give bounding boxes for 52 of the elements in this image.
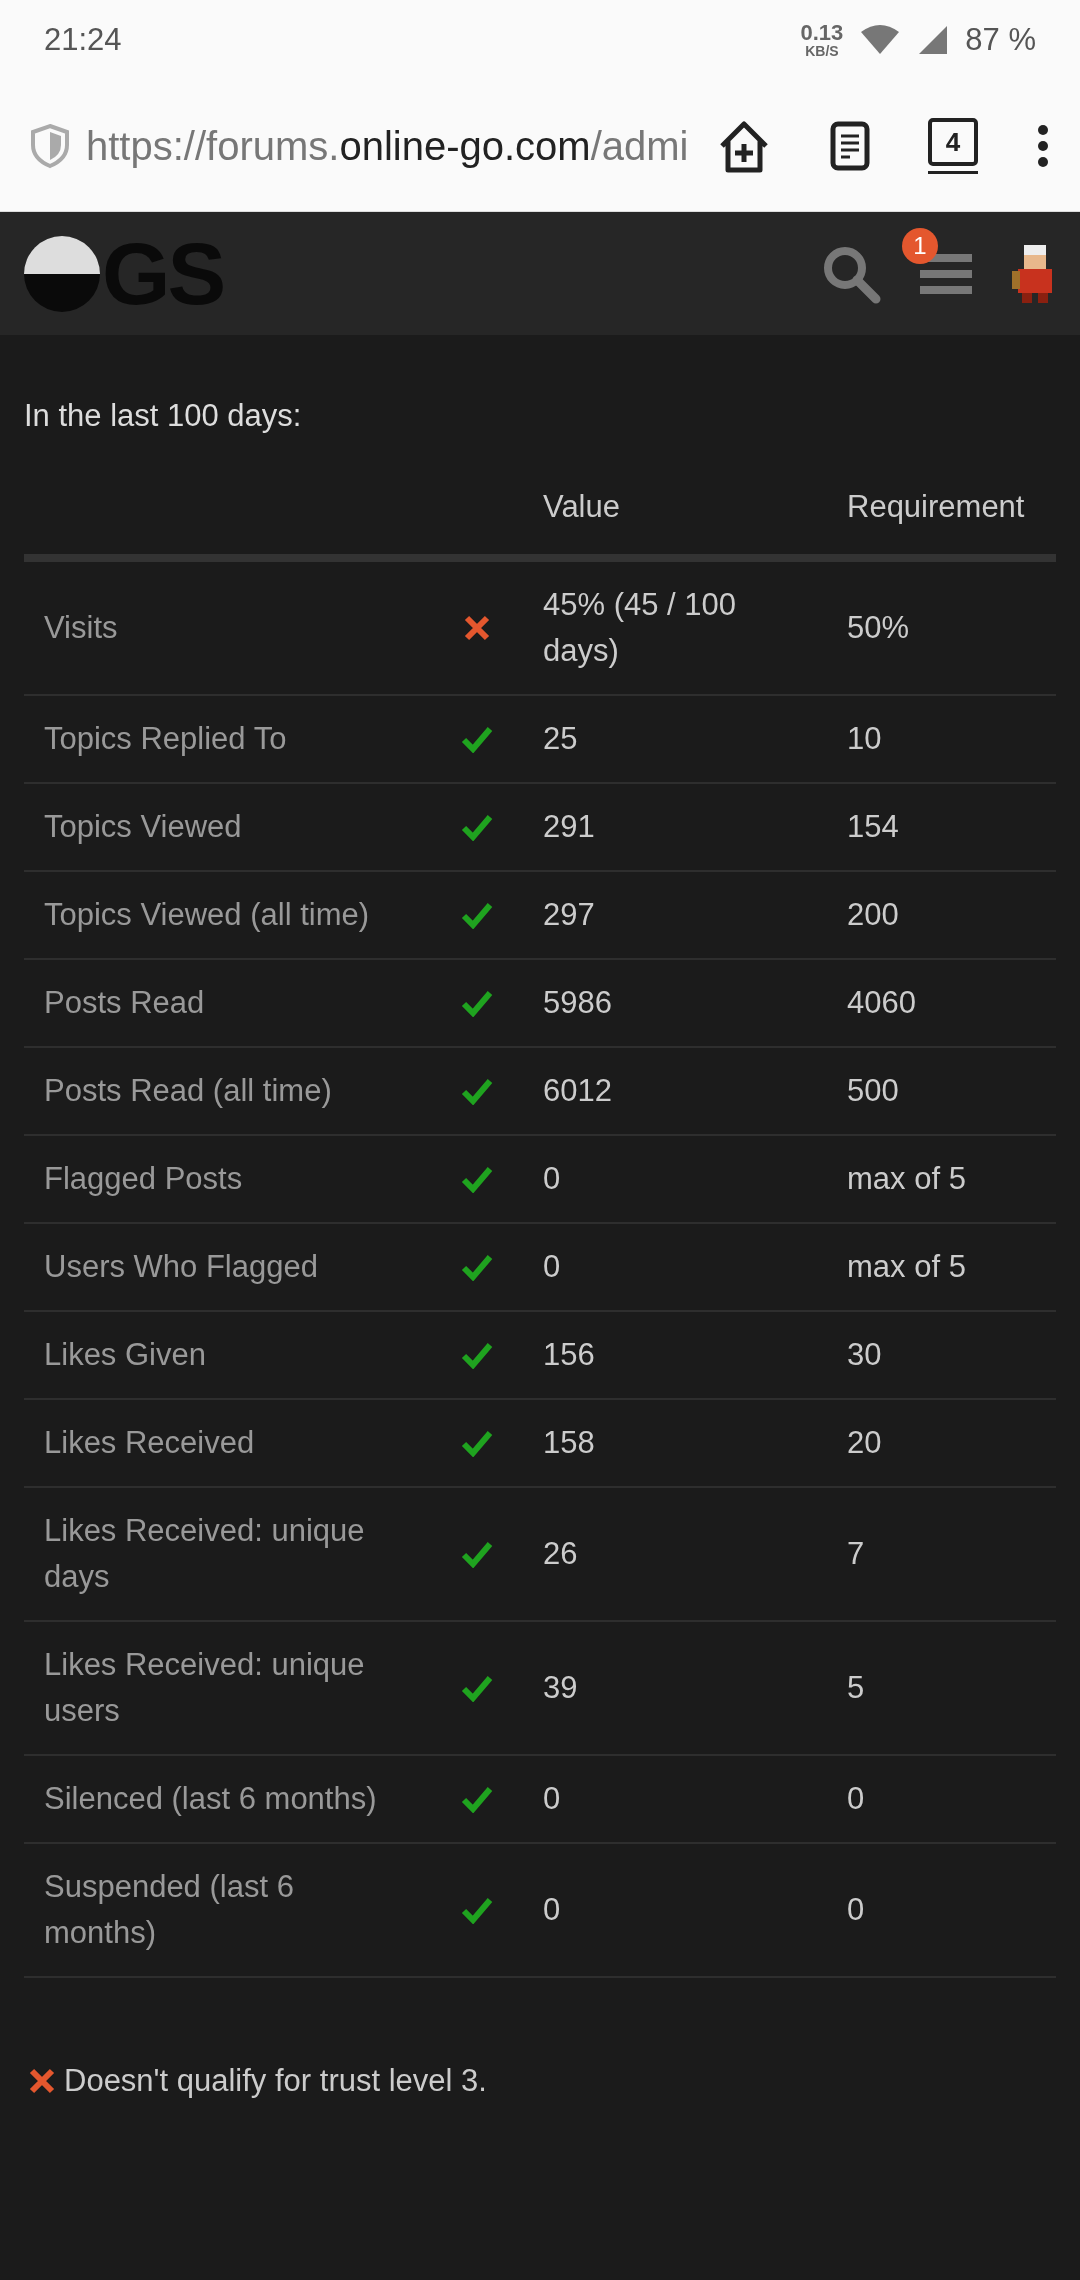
requirement-cell-text: 200	[847, 895, 900, 934]
value-cell-text: 158	[543, 1423, 596, 1462]
criterion-label: Users Who Flagged	[44, 1247, 319, 1286]
requirement-cell-text: max of 5	[847, 1159, 967, 1198]
intro-text: In the last 100 days:	[23, 397, 303, 435]
notification-badge: 1	[902, 227, 938, 264]
requirement-cell-text: 154	[847, 807, 900, 846]
requirement-cell-text: 0	[847, 1890, 866, 1929]
value-cell-text: 25	[543, 719, 579, 758]
result-message: Doesn't qualify for trust level 3.	[64, 2061, 487, 2100]
criterion-label: Likes Given	[44, 1335, 207, 1374]
value-cell-text: 0	[543, 1247, 562, 1286]
criterion-label: Likes Received: unique days	[44, 1511, 366, 1596]
network-speed: 0.13	[800, 22, 844, 44]
requirement-cell-text: 5	[847, 1668, 866, 1707]
requirement-cell-text: 0	[847, 1779, 866, 1818]
criterion-label: Posts Read	[44, 983, 206, 1022]
url-text[interactable]: https://forums.online-go.com/admi	[86, 115, 716, 176]
criterion-label: Likes Received: unique users	[44, 1645, 366, 1730]
value-cell-text: 5986	[543, 983, 613, 1022]
speed-unit: KB/S	[804, 44, 840, 58]
value-cell-text: 0	[543, 1779, 562, 1818]
requirement-cell-text: 4060	[847, 983, 917, 1022]
clock: 21:24	[44, 20, 122, 59]
requirement-cell-text: 30	[847, 1335, 883, 1374]
criterion-label: Suspended (last 6 months)	[44, 1867, 295, 1952]
criterion-label: Topics Viewed	[44, 807, 243, 846]
criterion-label: Silenced (last 6 months)	[44, 1779, 378, 1818]
requirement-cell-text: 500	[847, 1071, 900, 1110]
requirement-cell-text: 10	[847, 719, 883, 758]
criterion-label: Flagged Posts	[44, 1159, 244, 1198]
requirement-cell-text: max of 5	[847, 1247, 967, 1286]
value-cell-text: 297	[543, 895, 596, 934]
column-header: Value	[543, 488, 621, 527]
requirement-cell-text: 20	[847, 1423, 883, 1462]
requirement-cell-text: 7	[847, 1534, 866, 1573]
value-cell-text: 26	[543, 1534, 579, 1573]
requirement-cell-text: 50%	[847, 608, 911, 647]
column-header: Requirement	[847, 488, 1026, 527]
criterion-label: Likes Received	[44, 1423, 256, 1462]
value-cell-text: 45% (45 / 100 days)	[543, 585, 738, 670]
value-cell-text: 156	[543, 1335, 596, 1374]
criterion-label: Visits	[44, 608, 119, 647]
value-cell-text: 0	[543, 1890, 562, 1929]
criterion-label: Posts Read (all time)	[44, 1071, 333, 1110]
value-cell-text: 0	[543, 1159, 562, 1198]
value-cell-text: 39	[543, 1668, 579, 1707]
criterion-label: Topics Replied To	[44, 719, 288, 758]
criterion-label: Topics Viewed (all time)	[44, 895, 371, 934]
value-cell-text: 6012	[543, 1071, 613, 1110]
battery-level: 87 %	[965, 20, 1036, 59]
value-cell-text: 291	[543, 807, 596, 846]
